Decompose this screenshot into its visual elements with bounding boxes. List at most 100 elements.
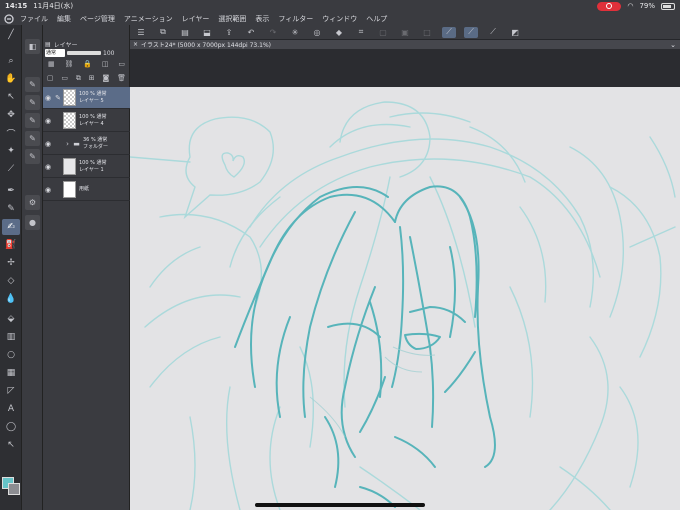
home-indicator[interactable] [255,503,425,507]
correct-line-icon[interactable]: ↖ [2,437,20,453]
menu-page[interactable]: ページ管理 [80,14,115,24]
layer-row-folder[interactable]: ◉ › ▬ 36 % 通常 フォルダー [43,133,130,155]
menu-animation[interactable]: アニメーション [124,14,173,24]
document-tab[interactable]: × イラスト24* (5000 x 7000px 144dpi 73.1%) ⌄ [130,40,680,49]
brush-icon[interactable]: ✍ [2,219,20,235]
layer-row-4[interactable]: ◉ 100 % 通常 レイヤー 4 [43,110,130,132]
app-logo-icon[interactable] [4,13,14,24]
pencil-icon[interactable]: ✎ [2,201,20,217]
layer-blend: 36 % 通常 [83,136,108,143]
open-icon[interactable]: ▤ [178,27,192,38]
snap-ruler-icon[interactable]: ⟋ [442,26,456,38]
sub-tool-5-icon[interactable]: ✎ [25,149,40,164]
chevron-down-icon[interactable]: ⌄ [670,41,676,49]
snap-grid-icon[interactable]: ⟋ [486,27,500,38]
deselect-icon[interactable]: ▢ [376,27,390,38]
blend-icon[interactable]: 💧 [2,291,20,307]
fill-selection-icon[interactable]: ◎ [310,27,324,38]
menu-filter[interactable]: フィルター [278,14,313,24]
menu-layer[interactable]: レイヤー [182,14,210,24]
magic-wand-icon[interactable]: ✦ [2,143,20,159]
zoom-icon[interactable]: ⌕ [2,53,20,69]
ruler-icon[interactable]: ◸ [2,383,20,399]
menu-help[interactable]: ヘルプ [366,14,387,24]
menu-edit[interactable]: 編集 [57,14,71,24]
sketch-artwork [130,101,676,510]
new-folder-icon[interactable]: ▭ [61,74,68,85]
tool-property-icon[interactable]: ⚙ [25,195,40,210]
hand-icon[interactable]: ✋ [2,71,20,87]
fill-icon[interactable]: ⬙ [2,311,20,327]
visibility-eye-icon[interactable]: ◉ [43,94,53,102]
menu-toggle-icon[interactable]: ☰ [134,27,148,38]
balloon-icon[interactable]: ◯ [2,419,20,435]
document-title: イラスト24* (5000 x 7000px 144dpi 73.1%) [141,42,272,49]
operation-icon[interactable]: ↖ [2,89,20,105]
decoration-icon[interactable]: ✢ [2,255,20,271]
reference-icon[interactable]: ⛓ [64,60,73,71]
eyedropper-icon[interactable]: ⟋ [2,161,20,177]
layer-row-paper[interactable]: ◉ 用紙 [43,179,130,201]
sub-tool-palette-icon[interactable]: ◧ [25,39,40,54]
merge-layer-icon[interactable]: ⊞ [89,74,95,85]
blend-mode-select[interactable]: 通常 [45,49,65,57]
visibility-eye-icon[interactable]: ◉ [43,117,53,125]
airbrush-icon[interactable]: ⛽ [2,237,20,253]
color-chips[interactable] [2,477,20,495]
menu-window[interactable]: ウィンドウ [322,14,357,24]
close-tab-icon[interactable]: × [133,41,138,48]
sub-tool-2-icon[interactable]: ✎ [25,95,40,110]
menu-view[interactable]: 表示 [255,14,269,24]
sub-color-swatch[interactable] [8,483,20,495]
visibility-eye-icon[interactable]: ◉ [43,163,53,171]
folder-expand-icon[interactable]: › [63,140,72,148]
redo-icon[interactable]: ↷ [266,27,280,38]
undo-icon[interactable]: ↶ [244,27,258,38]
export-icon[interactable]: ⇪ [222,27,236,38]
layer-thumbnail [63,181,76,198]
mask-icon[interactable]: ◫ [102,60,109,71]
eraser-icon[interactable]: ◇ [2,273,20,289]
visibility-eye-icon[interactable]: ◉ [43,140,53,148]
snap-special-ruler-icon[interactable]: ⟋ [464,26,478,38]
move-icon[interactable]: ✥ [2,107,20,123]
quick-access-icon[interactable]: ◩ [508,27,522,38]
drawing-canvas[interactable] [130,87,680,510]
layer-row-5[interactable]: ◉ ✎ 100 % 通常 レイヤー 5 [43,87,130,109]
sub-tool-4-icon[interactable]: ✎ [25,131,40,146]
save-icon[interactable]: ⬓ [200,27,214,38]
pen-icon[interactable]: ✒ [2,183,20,199]
sub-tool-3-icon[interactable]: ✎ [25,113,40,128]
delete-layer-icon[interactable]: 🗑 [117,74,126,85]
crop-icon[interactable]: ⌗ [354,27,368,38]
gradient-icon[interactable]: ▥ [2,329,20,345]
copy-layer-icon[interactable]: ⧉ [76,74,81,85]
sub-tool-1-icon[interactable]: ✎ [25,77,40,92]
layer-blend: 100 % 通常 [79,90,107,97]
clear-icon[interactable]: ✳ [288,27,302,38]
new-canvas-icon[interactable]: ⧉ [156,27,170,38]
bucket-icon[interactable]: ◆ [332,27,346,38]
visibility-eye-icon[interactable]: ◉ [43,186,53,194]
brush-size-icon[interactable]: ╱ [2,27,20,43]
sub-tool-column: ◧ ✎ ✎ ✎ ✎ ✎ ⚙ ● [22,25,43,510]
clip-icon[interactable]: ▦ [48,60,55,71]
lasso-icon[interactable]: ⌒ [2,125,20,141]
lock-icon[interactable]: 🔒 [83,60,92,71]
screen-record-icon[interactable] [597,1,622,11]
brush-size-palette-icon[interactable]: ● [25,215,40,230]
layer-row-1[interactable]: ◉ 100 % 通常 レイヤー 1 [43,156,130,178]
shape-icon[interactable]: ○ [2,347,20,363]
show-selection-icon[interactable]: □ [420,27,434,38]
opacity-slider[interactable] [67,51,101,55]
ruler-show-icon[interactable]: ▭ [118,60,125,71]
new-layer-icon[interactable]: ▢ [47,74,54,85]
layer-thumbnail [63,158,76,175]
invert-selection-icon[interactable]: ▣ [398,27,412,38]
frame-icon[interactable]: ▦ [2,365,20,381]
layer-tools-row-2: ▢ ▭ ⧉ ⊞ ◙ 🗑 [43,74,130,85]
layer-mask-icon[interactable]: ◙ [102,74,109,85]
menu-selection[interactable]: 選択範囲 [218,14,246,24]
text-icon[interactable]: A [2,401,20,417]
menu-file[interactable]: ファイル [20,14,48,24]
